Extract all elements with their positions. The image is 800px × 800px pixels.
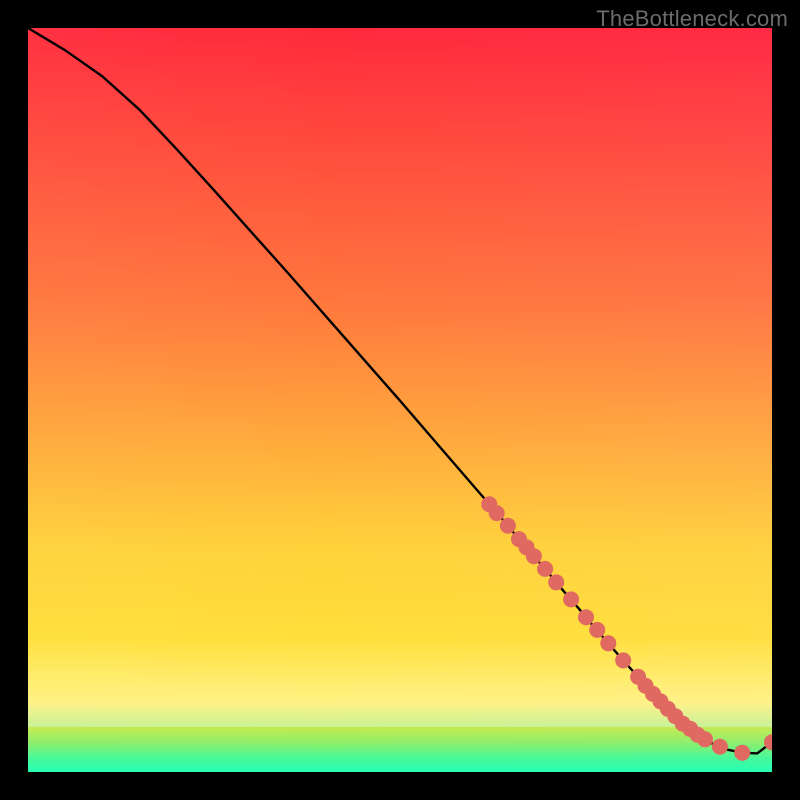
marker-dot (697, 731, 713, 747)
marker-dot (589, 622, 605, 638)
chart-stage: TheBottleneck.com (0, 0, 800, 800)
plot-area (28, 28, 772, 772)
marker-dot (712, 739, 728, 755)
marker-dot (615, 652, 631, 668)
marker-dot (548, 574, 564, 590)
marker-dot (526, 548, 542, 564)
marker-dot (563, 591, 579, 607)
curve-line (28, 28, 772, 753)
marker-dot (734, 745, 750, 761)
marker-dot (600, 635, 616, 651)
marker-dot (489, 505, 505, 521)
marker-dot (500, 518, 516, 534)
marker-dot (578, 609, 594, 625)
marker-group (481, 496, 772, 761)
marker-dot (537, 561, 553, 577)
chart-svg (28, 28, 772, 772)
